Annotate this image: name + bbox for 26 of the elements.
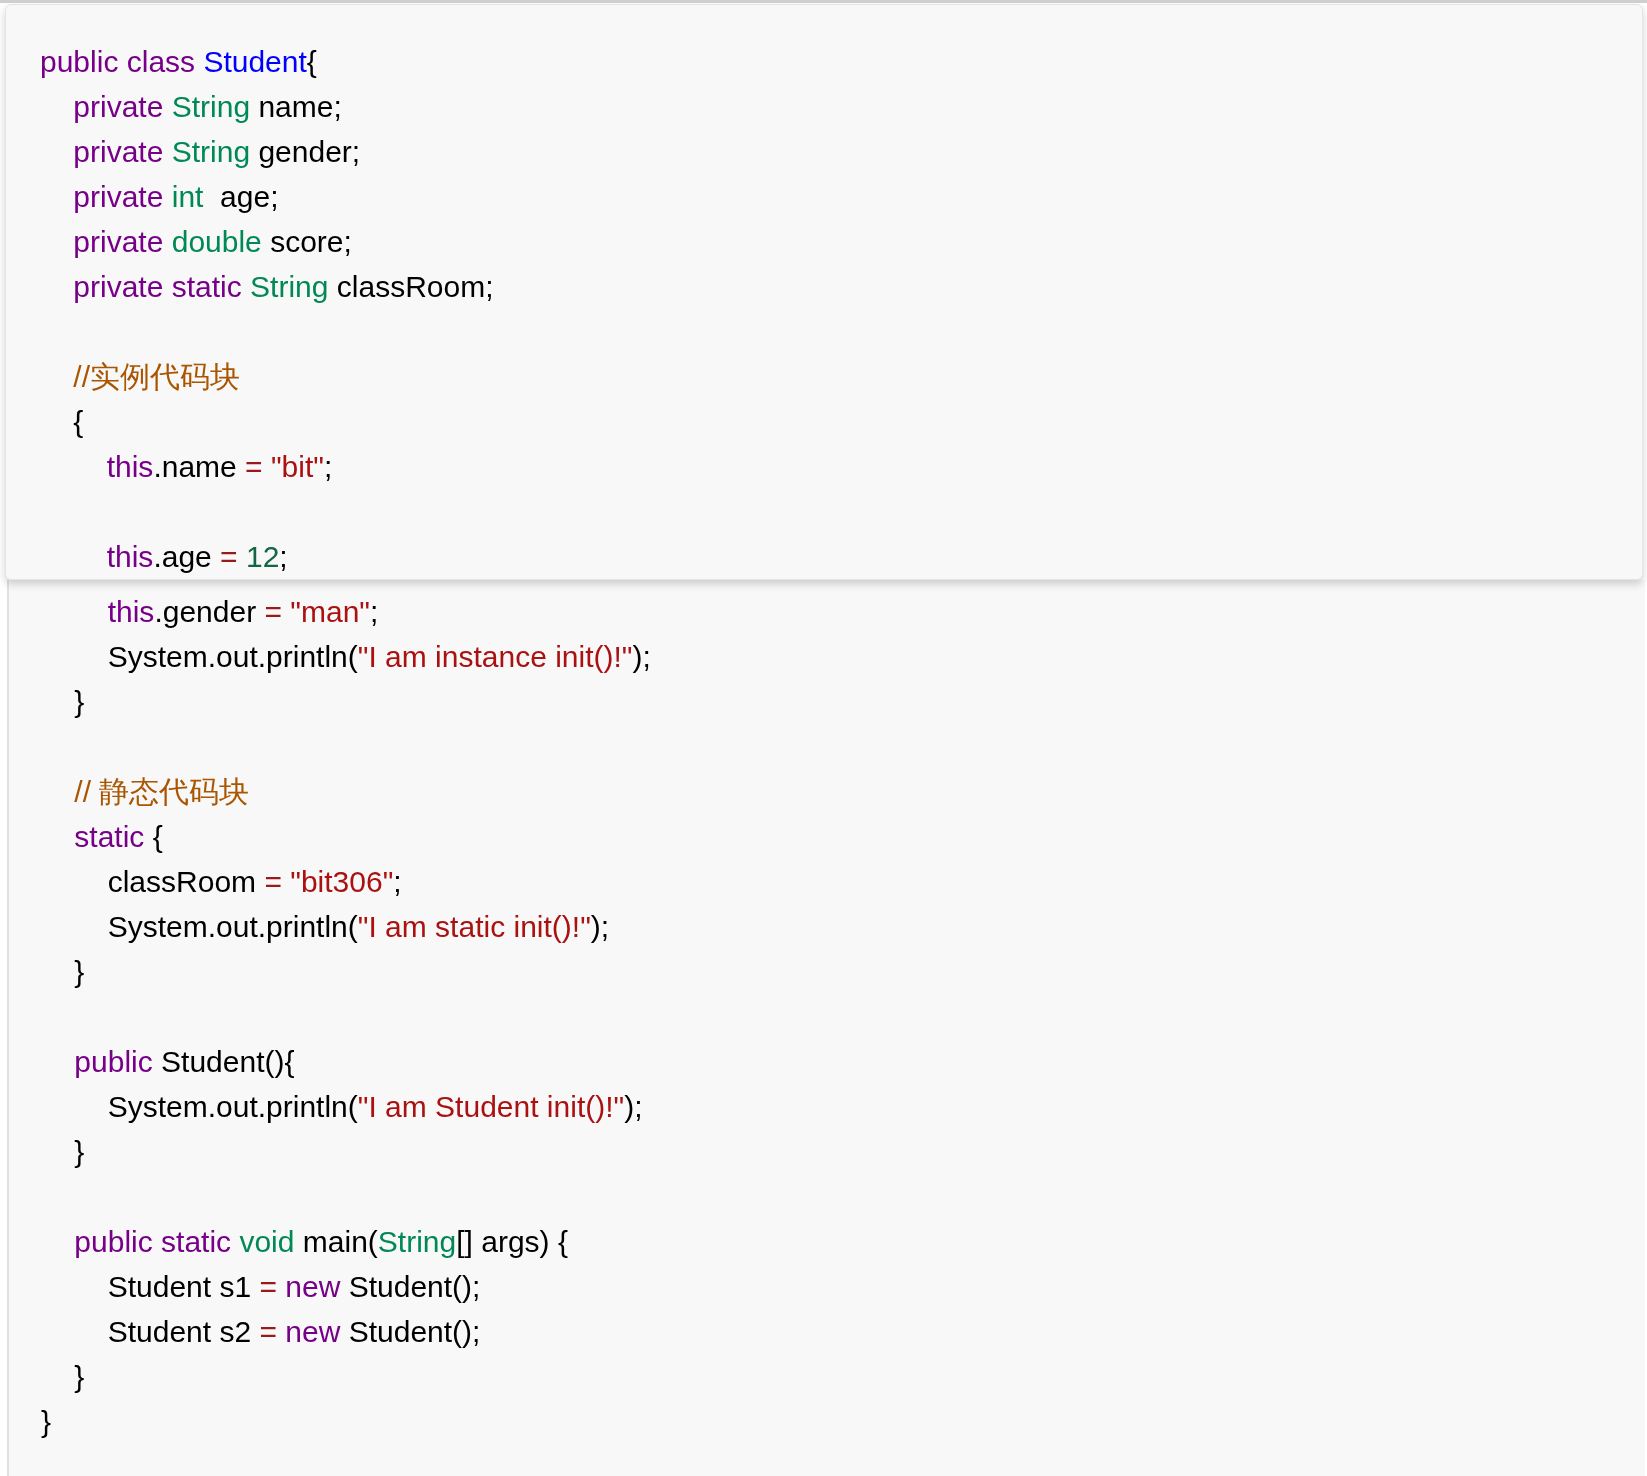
- code-line: classRoom = "bit306";: [106, 864, 402, 900]
- code-line: //实例代码块: [72, 359, 240, 395]
- code-line: public Student(){: [73, 1044, 295, 1080]
- code-line: this.age = 12;: [105, 539, 288, 575]
- code-line: }: [73, 684, 85, 720]
- code-line: Student s2 = new Student();: [106, 1314, 481, 1350]
- code-line: Student s1 = new Student();: [106, 1269, 481, 1305]
- code-line: public static void main(String[] args) {: [73, 1224, 568, 1260]
- code-line: private String gender;: [72, 134, 361, 170]
- code-line: static {: [73, 819, 163, 855]
- code-line: }: [73, 1134, 85, 1170]
- code-line: private int age;: [72, 179, 279, 215]
- code-line: // 静态代码块: [73, 774, 250, 810]
- code-line: }: [41, 1404, 52, 1440]
- code-line: System.out.println("I am instance init()!");: [106, 639, 651, 675]
- code-line: private static String classRoom;: [72, 269, 494, 305]
- code-line: System.out.println("I am static init()!");: [106, 909, 610, 945]
- code-line: private String name;: [72, 89, 342, 125]
- code-line: this.name = "bit";: [105, 449, 333, 485]
- code-line: this.gender = "man";: [106, 594, 379, 630]
- code-line: }: [73, 954, 85, 990]
- code-line: private double score;: [72, 224, 352, 260]
- code-line: public class Student{: [40, 44, 317, 80]
- code-line: }: [73, 1359, 85, 1395]
- code-line: {: [72, 404, 84, 440]
- code-line: System.out.println("I am Student init()!");: [106, 1089, 643, 1125]
